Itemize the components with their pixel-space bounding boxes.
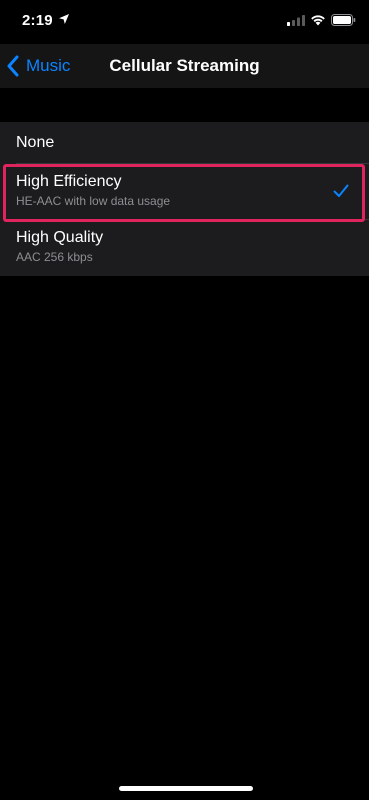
home-indicator[interactable] — [119, 786, 253, 791]
option-subtitle: AAC 256 kbps — [16, 250, 93, 264]
cellular-signal-icon — [287, 15, 305, 26]
section-gap — [0, 88, 369, 122]
status-time: 2:19 — [22, 12, 53, 29]
location-arrow-icon — [59, 14, 69, 24]
option-high-efficiency[interactable]: High Efficiency HE-AAC with low data usa… — [0, 164, 369, 220]
option-title: High Efficiency — [16, 173, 122, 190]
chevron-left-icon — [7, 55, 19, 77]
back-label: Music — [26, 56, 71, 75]
back-button[interactable]: Music — [6, 44, 70, 88]
option-high-quality[interactable]: High Quality AAC 256 kbps — [0, 220, 369, 276]
option-title: High Quality — [16, 229, 104, 246]
option-subtitle: HE-AAC with low data usage — [16, 194, 171, 208]
battery-icon — [331, 14, 356, 26]
streaming-options-list: None High Efficiency HE-AAC with low dat… — [0, 122, 369, 276]
wifi-icon — [311, 15, 325, 26]
checkmark-icon — [333, 184, 349, 197]
option-title: None — [16, 134, 55, 151]
navigation-bar: Cellular Streaming Music — [0, 44, 369, 88]
option-none[interactable]: None — [0, 122, 369, 164]
status-bar: 2:19 — [0, 0, 369, 44]
